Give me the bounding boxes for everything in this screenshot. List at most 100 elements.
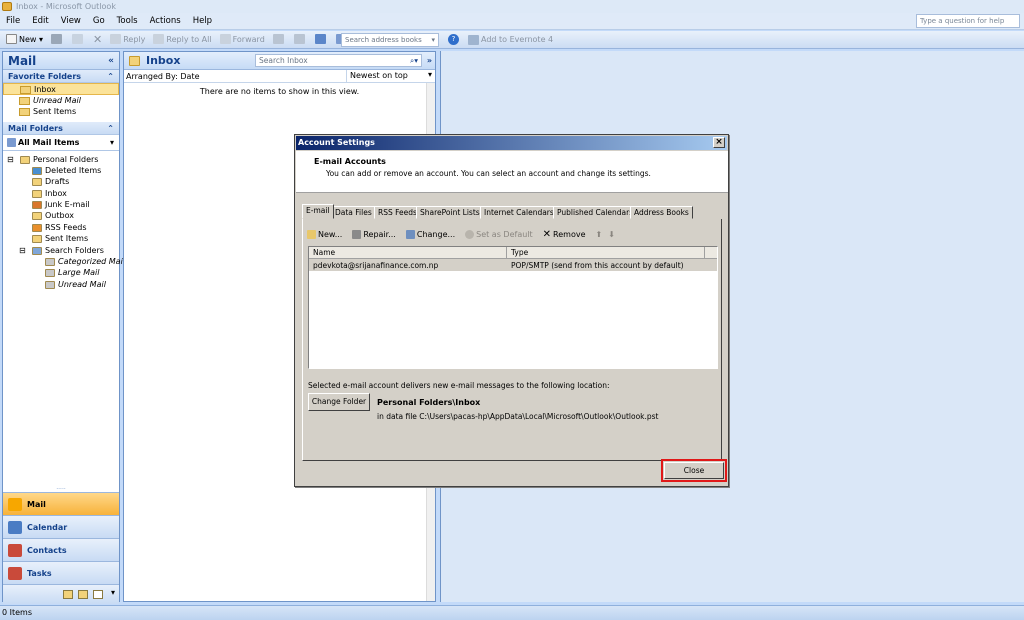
categorize-button[interactable]: [272, 31, 286, 49]
tab-rss-feeds[interactable]: RSS Feeds: [374, 206, 421, 219]
tab-internet-calendars[interactable]: Internet Calendars: [480, 206, 558, 219]
nav-pane-header: Mail «: [3, 52, 119, 70]
set-default-button[interactable]: Set as Default: [465, 229, 533, 239]
tab-published-calendars[interactable]: Published Calendars: [553, 206, 638, 219]
move-button[interactable]: [72, 31, 85, 49]
dialog-title-bar: Account Settings ×: [296, 136, 727, 150]
nav-button-contacts[interactable]: Contacts: [3, 538, 119, 561]
close-button[interactable]: Close: [661, 459, 727, 482]
nav-button-tasks[interactable]: Tasks: [3, 561, 119, 584]
account-name: pdevkota@srijanafinance.com.np: [313, 260, 439, 270]
large-mail-icon: [45, 269, 55, 278]
folder-icon: [20, 86, 31, 94]
sort-order-toggle[interactable]: Newest on top: [346, 70, 408, 82]
menu-go[interactable]: Go: [87, 13, 111, 30]
nav-button-calendar[interactable]: Calendar: [3, 515, 119, 538]
search-icon[interactable]: ⌕▾: [410, 55, 418, 66]
favorite-inbox[interactable]: Inbox: [3, 83, 119, 95]
favorite-sent-items[interactable]: Sent Items: [3, 106, 119, 118]
help-icon[interactable]: ?: [448, 34, 459, 45]
move-up-icon[interactable]: ⬆: [596, 230, 603, 239]
shortcuts-icon[interactable]: [93, 590, 103, 599]
folder-sent-items[interactable]: Sent Items: [3, 233, 119, 244]
all-mail-items-selector[interactable]: All Mail Items ▾: [3, 135, 119, 151]
menu-edit[interactable]: Edit: [26, 13, 54, 30]
move-down-icon[interactable]: ⬇: [608, 230, 615, 239]
folder-unread-mail[interactable]: Unread Mail: [3, 279, 119, 290]
tab-sharepoint-lists[interactable]: SharePoint Lists: [416, 206, 484, 219]
check-icon: [465, 229, 475, 239]
outbox-icon: [32, 212, 42, 221]
folder-personal-folders[interactable]: ⊟ Personal Folders: [3, 154, 119, 165]
folder-junk-e-mail[interactable]: Junk E-mail: [3, 199, 119, 210]
change-account-button[interactable]: Change...: [405, 229, 455, 239]
repair-account-button[interactable]: Repair...: [352, 229, 396, 239]
nav-button-mail[interactable]: Mail: [3, 492, 119, 515]
reply-all-button[interactable]: Reply to All: [153, 31, 212, 49]
folder-drafts[interactable]: Drafts: [3, 176, 119, 187]
help-search-input[interactable]: Type a question for help: [916, 14, 1020, 28]
folder-large-mail[interactable]: Large Mail: [3, 267, 119, 278]
repair-icon: [352, 229, 362, 239]
collapse-icon: ⌃: [107, 123, 114, 133]
favorite-unread-mail[interactable]: Unread Mail: [3, 95, 119, 107]
dialog-description: You can add or remove an account. You ca…: [326, 169, 651, 178]
arranged-by-date[interactable]: Arranged By: Date: [126, 72, 200, 81]
new-button[interactable]: New ▾: [6, 31, 43, 49]
inbox-header: Inbox Search Inbox ⌕▾ »: [124, 52, 435, 70]
menu-actions[interactable]: Actions: [144, 13, 187, 30]
flag-icon: [293, 34, 305, 44]
expand-toggle-icon[interactable]: ⊟: [19, 245, 26, 256]
address-search-input[interactable]: Search address books ▾: [341, 33, 439, 47]
new-mail-icon: [6, 34, 17, 44]
column-type[interactable]: Type: [507, 247, 705, 258]
remove-account-button[interactable]: ✕ Remove: [543, 229, 586, 240]
favorite-folders-header[interactable]: Favorite Folders ⌃: [3, 70, 119, 83]
evernote-button[interactable]: Add to Evernote 4: [468, 31, 553, 49]
send-receive-button[interactable]: [314, 31, 328, 49]
folder-search-folders[interactable]: ⊟ Search Folders: [3, 245, 119, 256]
tasks-icon: [8, 567, 22, 580]
personal-folders-icon: [20, 155, 30, 164]
folder-categorized-mail[interactable]: Categorized Mail: [3, 256, 125, 267]
tab-data-files[interactable]: Data Files: [331, 206, 376, 219]
account-actions-toolbar: New... Repair... Change... Set as Defaul…: [307, 227, 625, 241]
column-name[interactable]: Name: [309, 247, 507, 258]
menu-tools[interactable]: Tools: [111, 13, 144, 30]
new-account-button[interactable]: New...: [307, 229, 342, 239]
sort-dropdown-icon[interactable]: ▾: [428, 70, 432, 79]
delete-button[interactable]: ✕: [93, 31, 102, 49]
notes-icon[interactable]: [63, 590, 73, 599]
folder-inbox[interactable]: Inbox: [3, 188, 119, 199]
folder-outbox[interactable]: Outbox: [3, 210, 119, 221]
collapse-pane-icon[interactable]: «: [108, 52, 114, 70]
expand-toggle-icon[interactable]: ⊟: [7, 154, 14, 165]
expand-icon[interactable]: »: [427, 52, 432, 70]
inbox-icon: [32, 189, 42, 198]
accounts-list[interactable]: Name Type pdevkota@srijanafinance.com.np…: [308, 246, 718, 369]
email-tab-panel: New... Repair... Change... Set as Defaul…: [302, 219, 722, 461]
tab-e-mail[interactable]: E-mail: [302, 204, 334, 219]
print-button[interactable]: [51, 31, 64, 49]
configure-buttons-icon[interactable]: ▾: [111, 588, 115, 597]
change-folder-button[interactable]: Change Folder: [308, 393, 370, 411]
menu-help[interactable]: Help: [187, 13, 218, 30]
folder-deleted-items[interactable]: Deleted Items: [3, 165, 119, 176]
reply-button[interactable]: Reply: [110, 31, 145, 49]
search-inbox-input[interactable]: Search Inbox ⌕▾: [255, 54, 422, 67]
mail-folders-header[interactable]: Mail Folders ⌃: [3, 121, 119, 135]
status-bar: 0 Items: [0, 605, 1024, 620]
forward-button[interactable]: Forward: [219, 31, 265, 49]
dialog-close-button[interactable]: ×: [713, 137, 725, 148]
menu-file[interactable]: File: [0, 13, 26, 30]
sent-items-icon: [32, 235, 42, 244]
navigation-pane: Mail « Favorite Folders ⌃ Inbox Unread Mail…: [2, 51, 125, 604]
folder-list-icon[interactable]: [78, 590, 88, 599]
flag-button[interactable]: [293, 31, 307, 49]
remove-x-icon: ✕: [542, 228, 552, 240]
folder-rss-feeds[interactable]: RSS Feeds: [3, 222, 119, 233]
account-row[interactable]: pdevkota@srijanafinance.com.np POP/SMTP (…: [309, 259, 717, 271]
junk-e-mail-icon: [32, 201, 42, 210]
tab-address-books[interactable]: Address Books: [630, 206, 693, 219]
menu-view[interactable]: View: [55, 13, 87, 30]
